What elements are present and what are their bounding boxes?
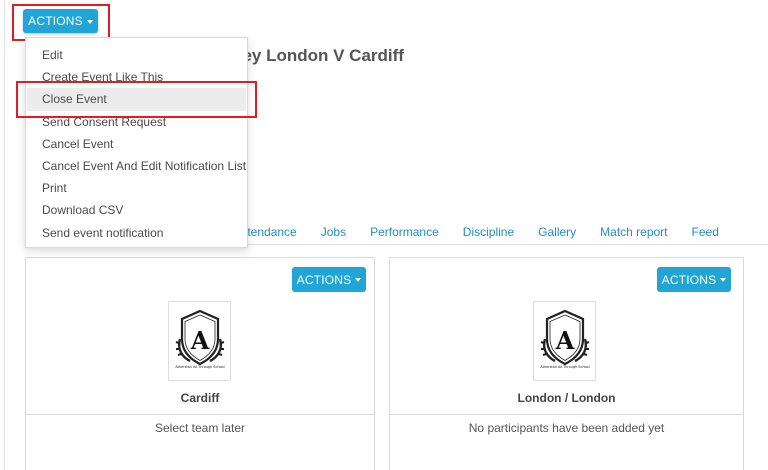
team-actions-button-label: ACTIONS: [296, 272, 352, 287]
crest-caption: Atherstan All-Through School: [175, 365, 224, 369]
team-actions-button[interactable]: ACTIONS: [292, 267, 366, 292]
event-title: key London V Cardiff: [233, 46, 404, 65]
menu-item-print[interactable]: Print: [26, 177, 247, 199]
tab-gallery[interactable]: Gallery: [538, 222, 576, 242]
tab-jobs[interactable]: Jobs: [321, 222, 346, 242]
team-note: No participants have been added yet: [468, 421, 665, 435]
team-crest: A Atherstan All-Through School: [168, 301, 231, 381]
actions-dropdown-menu: Edit Create Event Like This Close Event …: [25, 37, 248, 248]
caret-down-icon: [86, 19, 93, 24]
actions-button-label: ACTIONS: [28, 14, 83, 28]
menu-item-send-consent-request[interactable]: Send Consent Request: [26, 111, 247, 133]
caret-down-icon: [355, 278, 362, 282]
team-name: London / London: [517, 391, 616, 405]
team-crest: A Atherstan All-Through School: [533, 301, 596, 381]
event-tabs: Attendance Jobs Performance Discipline G…: [236, 222, 743, 242]
school-crest-icon: A Atherstan All-Through School: [175, 309, 224, 369]
crest-letter: A: [554, 326, 574, 355]
panel-divider: [26, 414, 374, 415]
team-panel-london: ACTIONS A Atherstan All-Through School L…: [389, 257, 744, 470]
menu-item-create-event-like-this[interactable]: Create Event Like This: [26, 66, 247, 88]
tab-performance[interactable]: Performance: [370, 222, 439, 242]
menu-item-cancel-event[interactable]: Cancel Event: [26, 133, 247, 155]
menu-item-send-event-notification[interactable]: Send event notification: [26, 222, 247, 244]
caret-down-icon: [720, 278, 727, 282]
team-actions-button-label: ACTIONS: [661, 272, 717, 287]
school-crest-icon: A Atherstan All-Through School: [540, 309, 589, 369]
menu-item-edit[interactable]: Edit: [26, 44, 247, 66]
menu-item-cancel-event-edit-notification-list[interactable]: Cancel Event And Edit Notification List: [26, 155, 247, 177]
team-name: Cardiff: [180, 391, 220, 405]
tab-match-report[interactable]: Match report: [600, 222, 667, 242]
tabs-divider: [236, 244, 768, 245]
menu-item-download-csv[interactable]: Download CSV: [26, 199, 247, 221]
team-note: Select team later: [154, 421, 246, 435]
crest-caption: Atherstan All-Through School: [540, 365, 589, 369]
actions-button[interactable]: ACTIONS: [23, 9, 98, 33]
tab-feed[interactable]: Feed: [692, 222, 719, 242]
panel-divider: [390, 414, 743, 415]
menu-item-close-event[interactable]: Close Event: [27, 88, 246, 111]
page-left-border: [4, 0, 5, 470]
crest-letter: A: [189, 326, 209, 355]
team-actions-button[interactable]: ACTIONS: [657, 267, 731, 292]
team-panel-cardiff: ACTIONS A Atherstan All-Through School C…: [25, 257, 375, 470]
tab-discipline[interactable]: Discipline: [463, 222, 514, 242]
